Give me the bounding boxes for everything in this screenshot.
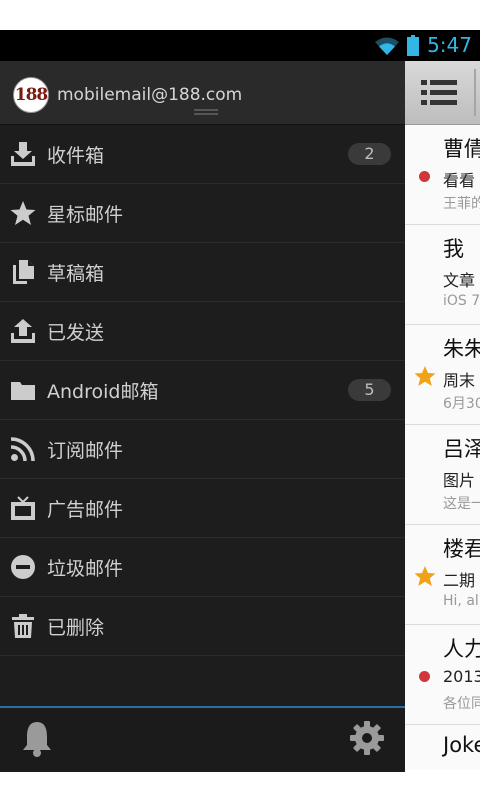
folder-label: 草稿箱 (47, 262, 105, 285)
mail-sender: 吕泽 (443, 437, 480, 461)
navigation-drawer: 188 mobilemail@188.com 收件箱 2 星标邮件 草稿箱 已发… (0, 61, 405, 772)
unread-count-badge: 2 (348, 143, 391, 165)
drawer-footer (0, 706, 405, 772)
content-toolbar (405, 61, 480, 125)
star-icon[interactable] (414, 365, 436, 387)
folder-label: 垃圾邮件 (47, 557, 124, 580)
folder-label: 已删除 (47, 616, 105, 639)
mail-sender: 我 (443, 237, 464, 261)
battery-icon (407, 35, 419, 56)
mail-list-item[interactable]: Joke (405, 725, 480, 770)
folder-item-spam[interactable]: 垃圾邮件 (0, 538, 405, 597)
menu-list-icon[interactable] (421, 80, 457, 106)
mail-preview: 6月30 (443, 396, 480, 412)
folder-item-android[interactable]: Android邮箱 5 (0, 361, 405, 420)
unread-dot-icon (419, 671, 430, 682)
mail-list-item[interactable]: 朱朱 周末 6月30 (405, 325, 480, 425)
mail-preview: Hi, all (443, 593, 480, 609)
star-icon[interactable] (414, 565, 436, 587)
mail-list: 曹倩 看看 王菲的 我 文章 iOS 7 朱朱 周末 6月30 吕泽 图片 这是… (405, 125, 480, 770)
mail-sender: Joke (443, 733, 480, 757)
folder-label: 星标邮件 (47, 203, 124, 226)
mail-list-pane: 曹倩 看看 王菲的 我 文章 iOS 7 朱朱 周末 6月30 吕泽 图片 这是… (405, 61, 480, 770)
folder-item-subscriptions[interactable]: 订阅邮件 (0, 420, 405, 479)
mail-list-item[interactable]: 楼君 二期 Hi, all (405, 525, 480, 625)
trash-icon (12, 614, 34, 638)
star-icon (10, 201, 36, 225)
settings-gear-icon[interactable] (349, 720, 385, 756)
mail-sender: 曹倩 (443, 137, 480, 161)
folder-item-sent[interactable]: 已发送 (0, 302, 405, 361)
mail-list-item[interactable]: 人力 2013 各位同 (405, 625, 480, 725)
folder-icon (11, 382, 35, 400)
mail-list-item[interactable]: 我 文章 iOS 7 (405, 225, 480, 325)
folder-item-ads[interactable]: 广告邮件 (0, 479, 405, 538)
mail-subject: 图片 (443, 471, 476, 490)
mail-preview: 王菲的 (443, 196, 480, 212)
folder-label: Android邮箱 (47, 380, 159, 403)
mail-subject: 二期 (443, 571, 476, 590)
toolbar-divider (474, 69, 476, 116)
unread-dot-icon (419, 171, 430, 182)
wifi-icon (375, 37, 399, 55)
unread-count-badge: 5 (348, 379, 391, 401)
drag-handle-icon[interactable] (194, 109, 218, 118)
status-bar: 5:47 (0, 30, 480, 61)
mail-subject: 文章 (443, 271, 476, 290)
mail-preview: 各位同 (443, 696, 480, 712)
mail-subject: 2013 (443, 667, 480, 686)
mail-sender: 朱朱 (443, 337, 480, 361)
block-icon (11, 555, 35, 579)
mail-list-item[interactable]: 吕泽 图片 这是一 (405, 425, 480, 525)
tv-icon (11, 496, 35, 520)
mail-list-item[interactable]: 曹倩 看看 王菲的 (405, 125, 480, 225)
folder-label: 广告邮件 (47, 498, 124, 521)
account-header[interactable]: 188 mobilemail@188.com (0, 61, 405, 125)
mail-sender: 楼君 (443, 537, 480, 561)
folder-item-trash[interactable]: 已删除 (0, 597, 405, 656)
account-avatar: 188 (13, 77, 49, 113)
drafts-icon (13, 260, 34, 284)
mail-preview: iOS 7 (443, 293, 480, 309)
sent-upload-icon (11, 319, 35, 343)
status-time: 5:47 (427, 33, 472, 57)
mail-subject: 看看 (443, 171, 476, 190)
folder-label: 订阅邮件 (47, 439, 124, 462)
folder-item-drafts[interactable]: 草稿箱 (0, 243, 405, 302)
account-email: mobilemail@188.com (57, 85, 243, 105)
mail-preview: 这是一 (443, 496, 480, 512)
folder-list: 收件箱 2 星标邮件 草稿箱 已发送 Android邮箱 5 订阅邮件 广告邮件… (0, 125, 405, 656)
mail-sender: 人力 (443, 637, 480, 661)
bell-icon[interactable] (20, 720, 54, 758)
folder-label: 收件箱 (47, 144, 105, 167)
folder-item-inbox[interactable]: 收件箱 2 (0, 125, 405, 184)
folder-label: 已发送 (47, 321, 105, 344)
inbox-download-icon (11, 142, 35, 166)
folder-item-starred[interactable]: 星标邮件 (0, 184, 405, 243)
rss-icon (10, 437, 35, 462)
mail-subject: 周末 (443, 371, 476, 390)
